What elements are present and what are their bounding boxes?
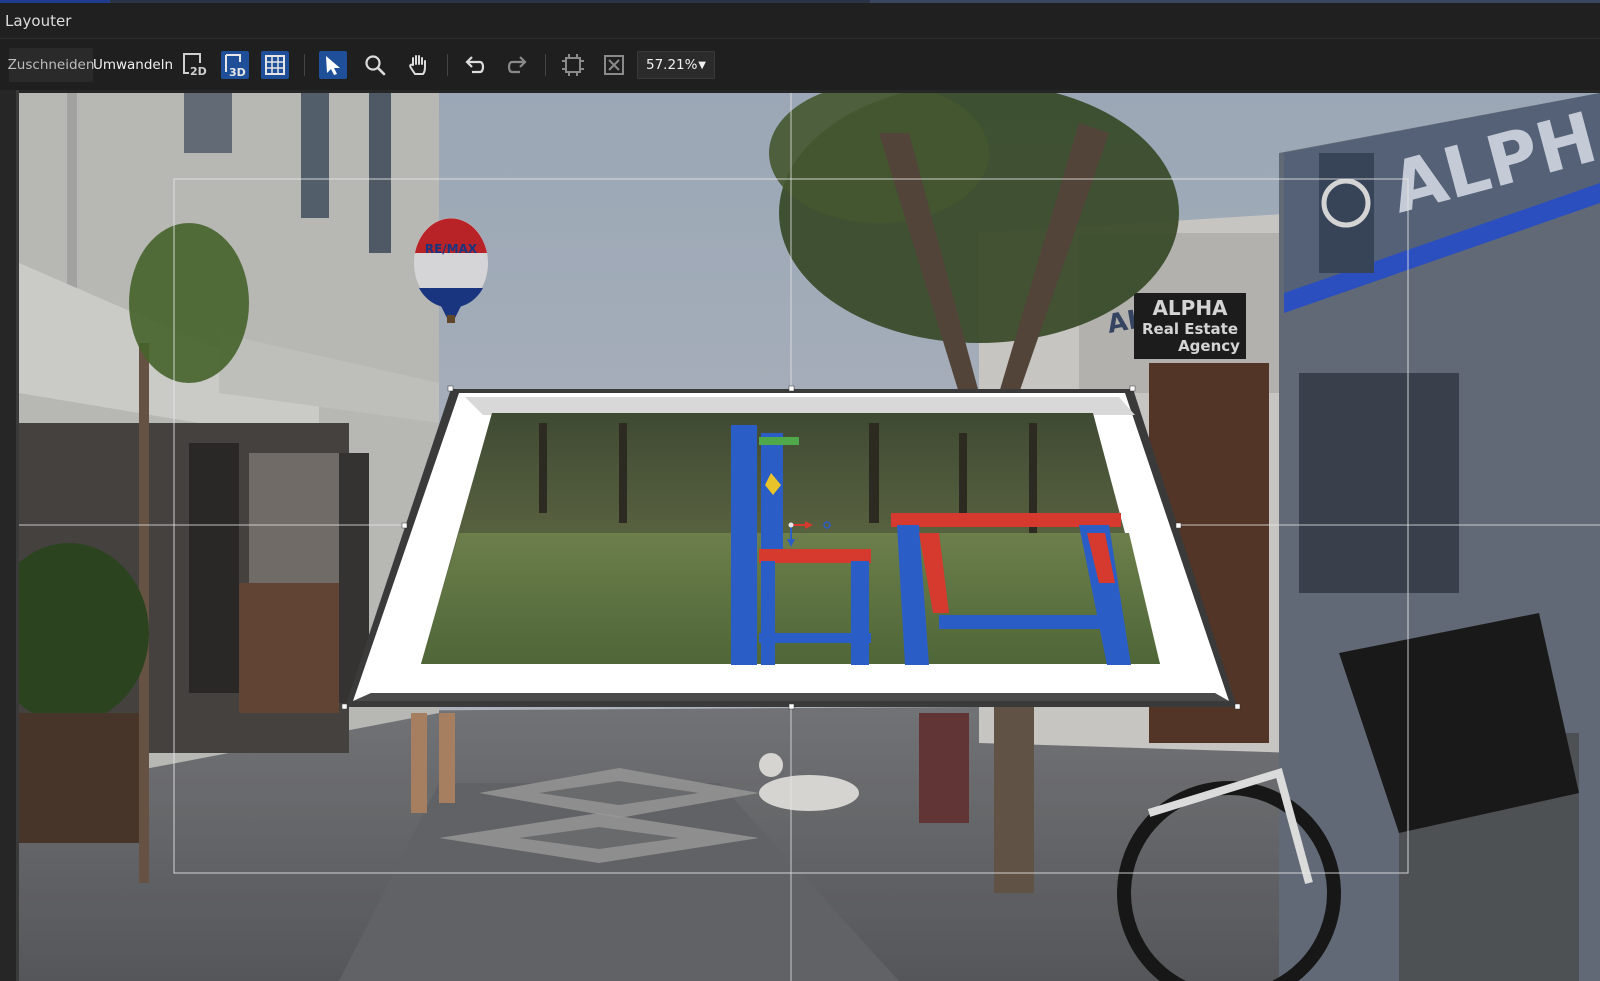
canvas-area[interactable]: RE/MAX ALPHA ALPHA Real Estate Agency AL… [0, 90, 1600, 981]
reset-size-icon[interactable] [597, 48, 631, 82]
svg-text:3D: 3D [229, 66, 246, 79]
select-arrow-icon[interactable] [316, 48, 350, 82]
fit-canvas-icon[interactable] [556, 48, 590, 82]
background-photo[interactable]: RE/MAX ALPHA ALPHA Real Estate Agency AL… [19, 93, 1600, 981]
title-bar: Layouter [0, 3, 1600, 39]
zoom-value: 57.21% [646, 57, 698, 73]
zoom-icon[interactable] [358, 48, 392, 82]
grid-icon[interactable] [258, 48, 292, 82]
window-title: Layouter [5, 12, 72, 30]
tab-crop[interactable]: Zuschneiden [8, 48, 94, 82]
3d-layout-frame[interactable] [341, 385, 1241, 710]
svg-text:2D: 2D [190, 65, 207, 78]
zoom-select[interactable]: 57.21% ▼ [637, 51, 715, 79]
undo-icon[interactable] [458, 48, 492, 82]
2d-mode-icon[interactable]: 2D [178, 48, 212, 82]
3d-mode-icon[interactable]: 3D [218, 48, 252, 82]
pan-hand-icon[interactable] [401, 48, 435, 82]
redo-icon[interactable] [500, 48, 534, 82]
tab-transform[interactable]: Umwandeln [93, 48, 173, 82]
toolbar: Zuschneiden Umwandeln 2D 3D 57.21% ▼ [0, 40, 1600, 90]
chevron-down-icon: ▼ [698, 59, 706, 71]
